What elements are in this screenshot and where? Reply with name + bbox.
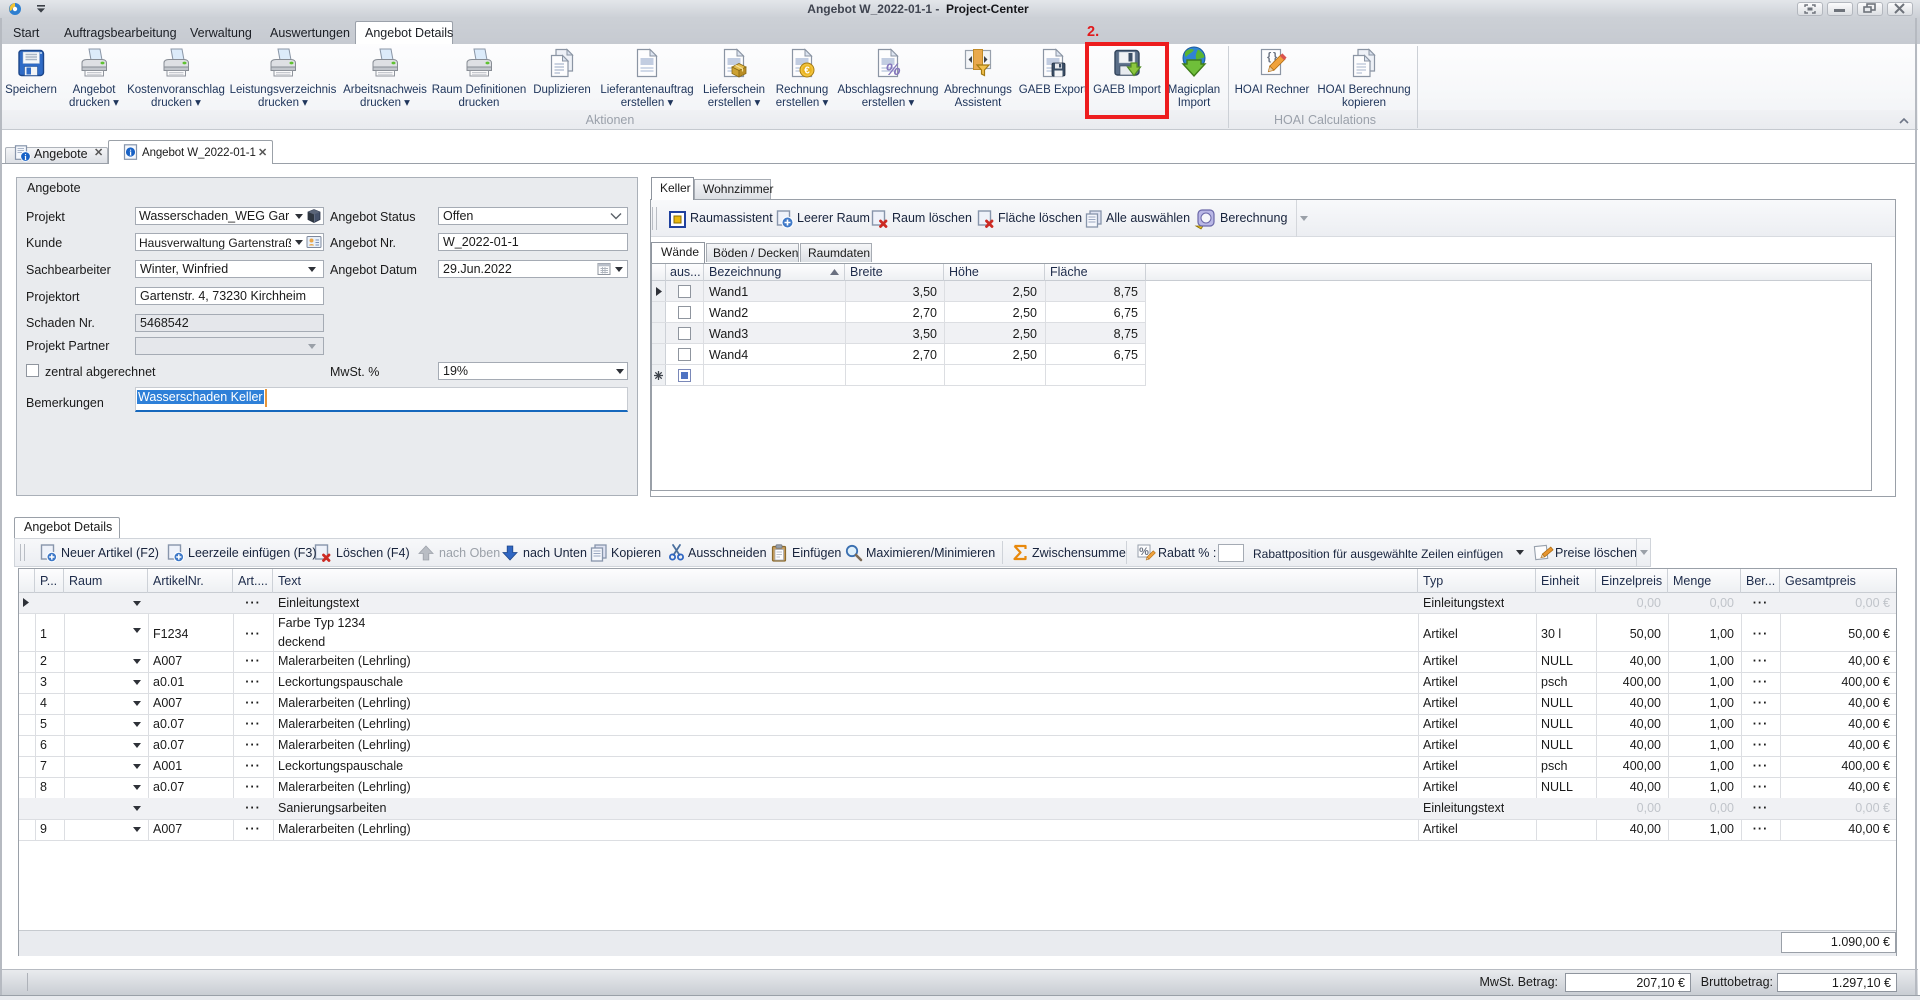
svg-text:€: €	[804, 66, 810, 77]
svg-text:{: {	[1267, 51, 1272, 63]
svg-text:%: %	[885, 60, 900, 79]
